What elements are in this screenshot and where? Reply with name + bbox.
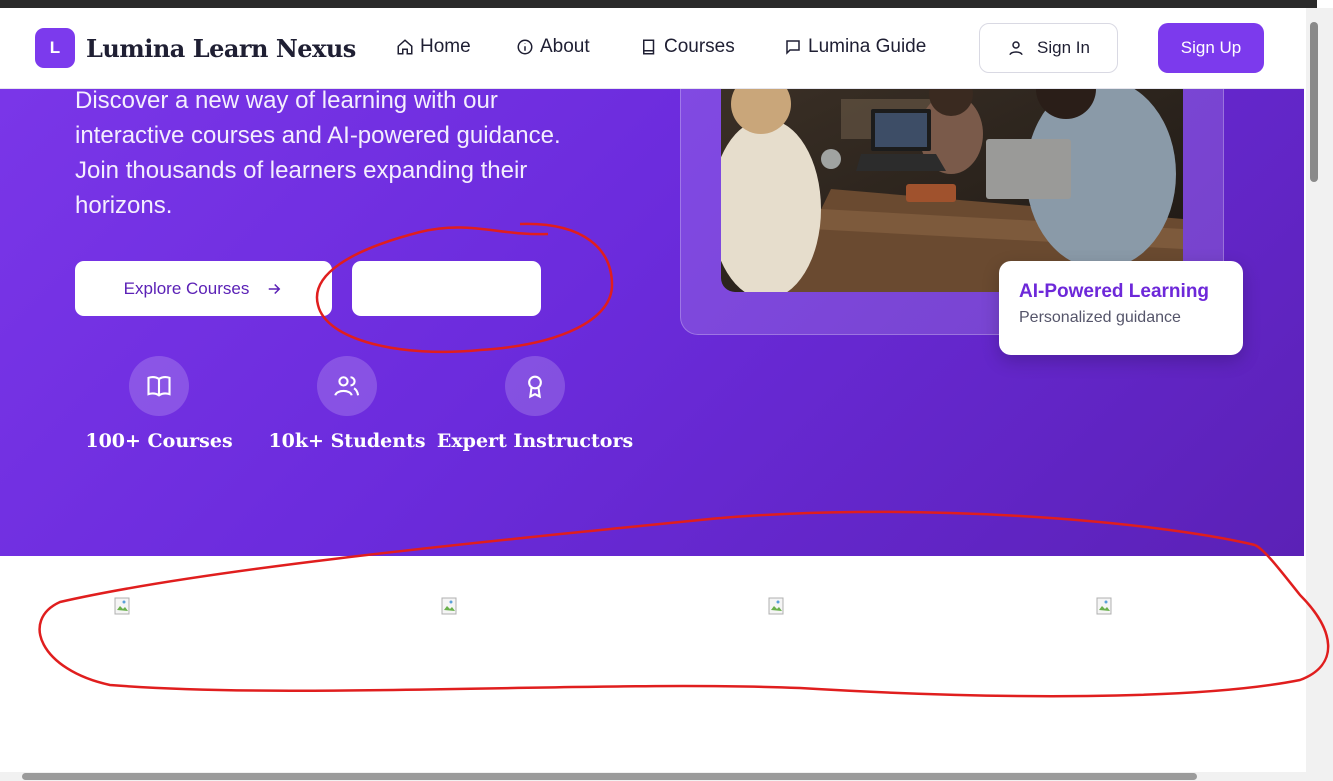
broken-image-icon xyxy=(768,597,784,615)
stat-students: 10k+ Students xyxy=(247,356,447,452)
info-icon xyxy=(517,39,533,55)
nav-lumina-guide[interactable]: Lumina Guide xyxy=(784,36,926,58)
site-header: L Lumina Learn Nexus Home About Courses … xyxy=(0,8,1304,89)
sign-in-label: Sign In xyxy=(1037,38,1090,57)
explore-courses-button[interactable]: Explore Courses xyxy=(75,261,332,316)
nav-courses[interactable]: Courses xyxy=(640,36,735,58)
nav-about-label: About xyxy=(540,36,590,57)
users-icon xyxy=(334,376,360,396)
chat-icon xyxy=(786,40,800,55)
ai-learning-card: AI-Powered Learning Personalized guidanc… xyxy=(999,261,1243,355)
stat-instructors-label: Expert Instructors xyxy=(436,430,634,452)
nav-guide-label: Lumina Guide xyxy=(808,36,927,57)
stat-icon-wrap xyxy=(505,356,565,416)
browser-top-strip xyxy=(0,0,1317,8)
horizontal-scroll-thumb[interactable] xyxy=(22,773,1197,780)
stat-courses: 100+ Courses xyxy=(59,356,259,452)
broken-image-icon xyxy=(1096,597,1112,615)
award-icon xyxy=(528,375,542,399)
home-icon xyxy=(397,39,413,55)
nav-home[interactable]: Home xyxy=(396,36,471,58)
stat-courses-label: 100+ Courses xyxy=(85,430,233,452)
arrow-right-icon xyxy=(269,283,281,294)
book-icon xyxy=(643,39,655,55)
blank-secondary-button[interactable] xyxy=(352,261,541,316)
hero-section: Discover a new way of learning with our … xyxy=(0,89,1304,556)
stat-icon-wrap xyxy=(129,356,189,416)
vertical-scroll-thumb[interactable] xyxy=(1310,22,1318,182)
stat-icon-wrap xyxy=(317,356,377,416)
stat-instructors: Expert Instructors xyxy=(435,356,635,452)
book-open-icon xyxy=(147,376,171,397)
sign-up-button[interactable]: Sign Up xyxy=(1158,23,1264,73)
sign-in-button[interactable]: Sign In xyxy=(979,23,1118,73)
stat-students-label: 10k+ Students xyxy=(268,430,426,452)
ai-card-subtitle: Personalized guidance xyxy=(1019,309,1181,326)
logo-text[interactable]: Lumina Learn Nexus xyxy=(86,34,356,63)
nav-home-label: Home xyxy=(420,36,471,57)
hero-description: Discover a new way of learning with our … xyxy=(75,89,561,219)
ai-card-title: AI-Powered Learning xyxy=(1019,281,1210,302)
user-icon xyxy=(1009,41,1023,56)
logo-badge[interactable]: L xyxy=(35,28,75,68)
nav-about[interactable]: About xyxy=(516,36,590,58)
explore-courses-label: Explore Courses xyxy=(123,278,250,298)
nav-courses-label: Courses xyxy=(664,36,735,57)
broken-image-icon xyxy=(441,597,457,615)
broken-image-icon xyxy=(114,597,130,615)
